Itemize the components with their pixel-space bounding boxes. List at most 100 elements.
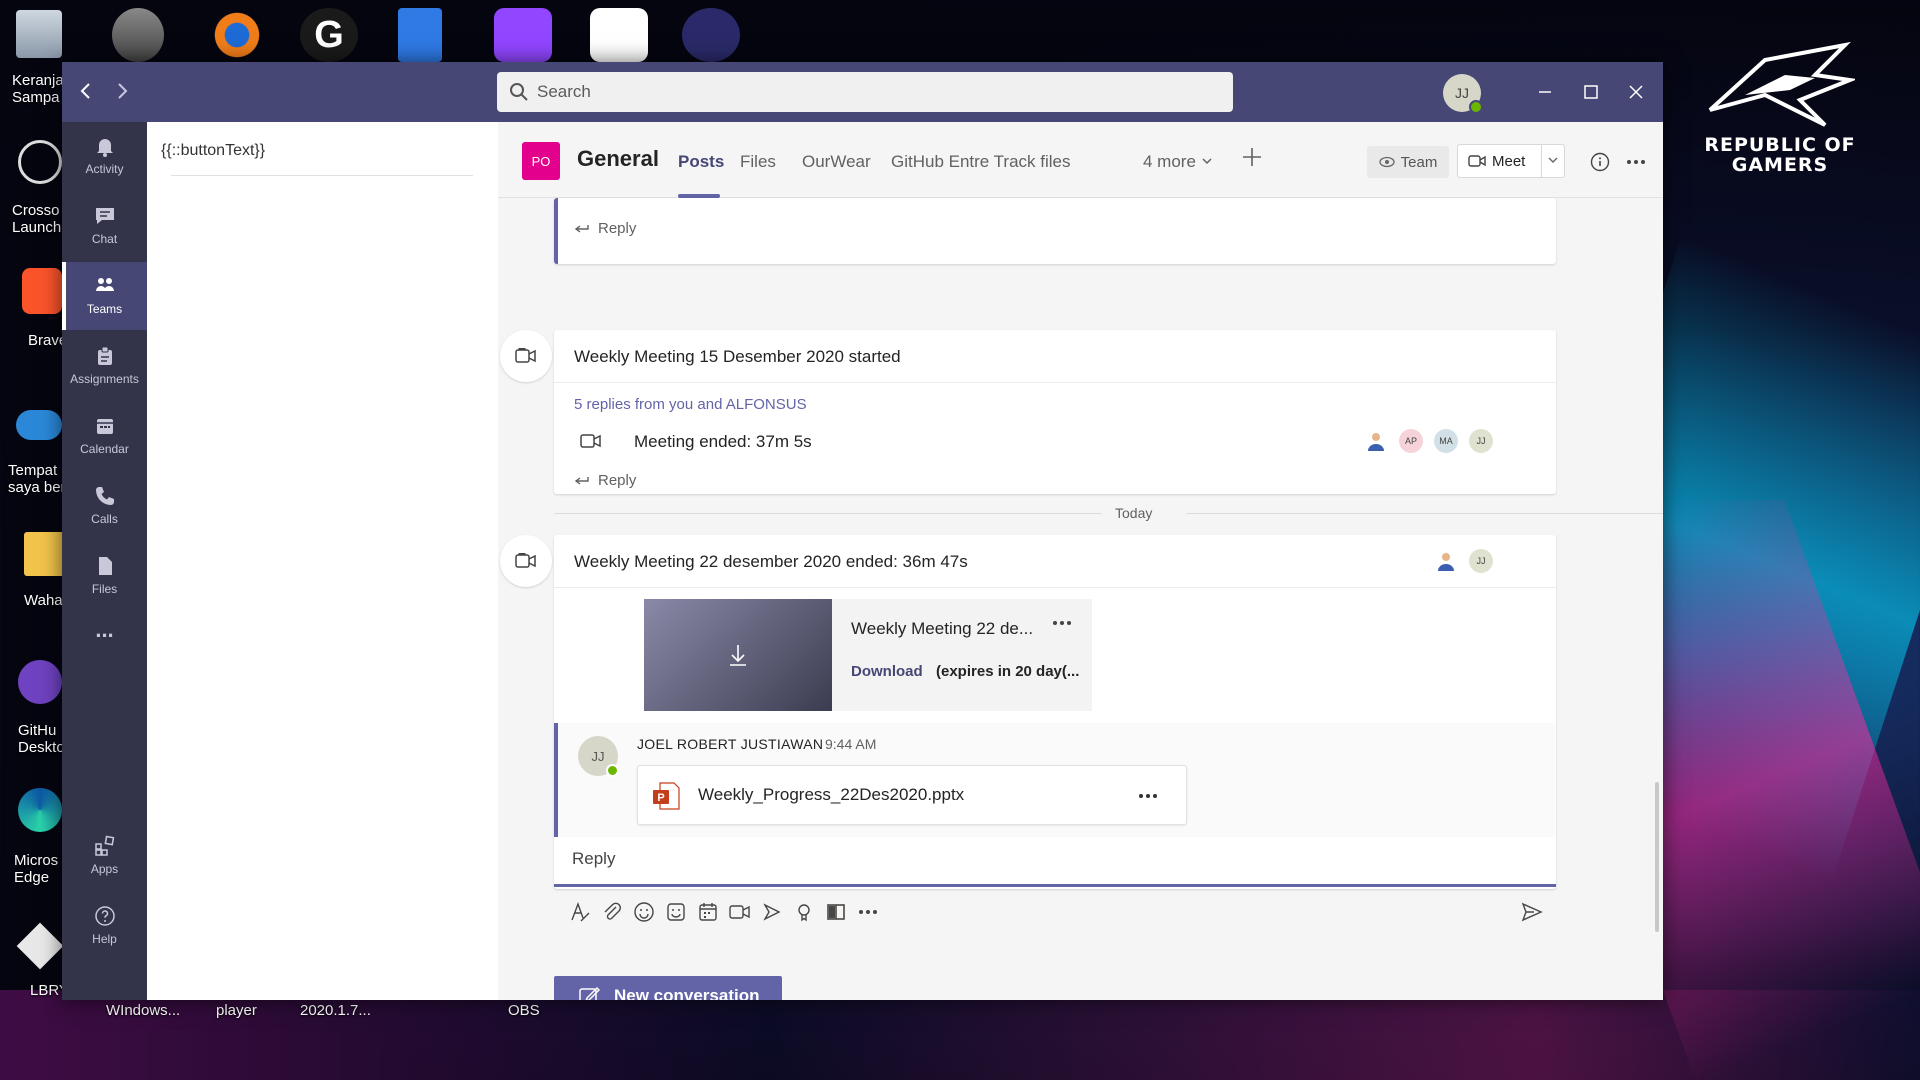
meet-button[interactable]: Meet	[1457, 144, 1565, 178]
new-conversation-label: New conversation	[614, 986, 760, 1000]
meet-dropdown[interactable]	[1542, 154, 1564, 168]
button-text-placeholder[interactable]: {{::buttonText}}	[161, 142, 265, 160]
more-options-button[interactable]	[1622, 148, 1650, 176]
logitech-g-icon[interactable]: G	[300, 8, 358, 62]
recycle-bin-icon[interactable]	[16, 10, 62, 58]
meeting-icon-circle	[500, 535, 552, 587]
expiry-text: (expires in 20 day(...	[936, 663, 1080, 680]
twitch-icon[interactable]	[494, 8, 552, 62]
schedule-meeting-icon[interactable]	[696, 900, 720, 924]
powerpoint-file-icon: P	[653, 782, 680, 810]
reply-compose-box[interactable]	[554, 837, 1556, 887]
search-input[interactable]	[537, 82, 1217, 102]
participant-avatar-photo[interactable]	[1434, 549, 1458, 573]
desktop-label-github: GitHu Deskto	[18, 722, 65, 756]
stream-icon[interactable]	[760, 900, 784, 924]
rail-item-activity[interactable]: Activity	[62, 122, 147, 190]
close-button[interactable]	[1619, 76, 1653, 108]
praise-icon[interactable]	[792, 900, 816, 924]
add-tab-button[interactable]	[1241, 144, 1263, 175]
rail-item-apps[interactable]: Apps	[62, 822, 147, 890]
emoji-icon[interactable]	[632, 900, 656, 924]
meet-button-label: Meet	[1492, 152, 1526, 170]
reply-message: JJ JOEL ROBERT JUSTIAWAN 9:44 AM P Weekl…	[554, 723, 1556, 837]
feed-scrollbar[interactable]	[1655, 782, 1659, 932]
github-desktop-icon[interactable]	[18, 660, 62, 704]
onedrive-icon[interactable]	[16, 410, 62, 440]
participant-avatar[interactable]: JJ	[1469, 429, 1493, 453]
send-icon	[1521, 902, 1543, 922]
rail-label: Help	[92, 932, 117, 946]
crossover-icon[interactable]	[18, 140, 62, 184]
rail-item-assignments[interactable]: Assignments	[62, 332, 147, 400]
previous-reply-button[interactable]: Reply	[574, 220, 636, 237]
forward-arrow-icon[interactable]	[110, 80, 134, 104]
docs-icon[interactable]	[398, 8, 442, 62]
maximize-button[interactable]	[1574, 76, 1608, 108]
unity-icon[interactable]	[590, 8, 648, 62]
divider	[554, 587, 1556, 588]
attachment-more-button[interactable]	[1138, 779, 1158, 805]
download-link[interactable]: Download	[851, 663, 923, 680]
composer-toolbar	[554, 894, 1556, 930]
rail-item-calls[interactable]: Calls	[62, 472, 147, 540]
edge-icon[interactable]	[18, 788, 62, 832]
search-icon	[510, 83, 528, 101]
author-initials: JJ	[591, 748, 605, 764]
send-button[interactable]	[1520, 900, 1544, 924]
participant-avatar[interactable]: AP	[1399, 429, 1423, 453]
attachment-name[interactable]: Weekly_Progress_22Des2020.pptx	[698, 785, 964, 805]
rail-item-chat[interactable]: Chat	[62, 192, 147, 260]
rail-label: Files	[91, 582, 118, 596]
tab-more[interactable]: 4 more	[1143, 152, 1213, 172]
meet-now-icon[interactable]	[728, 900, 752, 924]
wiki-icon[interactable]	[824, 900, 848, 924]
tab-files[interactable]: Files	[740, 152, 776, 172]
video-camera-icon	[515, 348, 536, 363]
author-avatar[interactable]: JJ	[578, 736, 619, 777]
search-box[interactable]	[497, 72, 1233, 112]
participant-avatar[interactable]: MA	[1434, 429, 1458, 453]
teams-window: JJ Activity Chat Teams Assignments Calen…	[62, 62, 1663, 1000]
recording-more-button[interactable]	[1052, 609, 1072, 632]
reply-input[interactable]	[572, 849, 1532, 869]
team-avatar[interactable]: PO	[522, 142, 560, 180]
cdcat-icon[interactable]	[682, 8, 740, 62]
ellipsis-icon	[1139, 794, 1157, 798]
desktop-label-crossover: Crosso Launche	[12, 202, 70, 236]
presence-available-icon	[606, 764, 619, 777]
lbry-icon[interactable]	[16, 922, 64, 970]
meeting-1-reply-button[interactable]: Reply	[574, 472, 636, 489]
recording-card[interactable]: Weekly Meeting 22 de... Download (expire…	[644, 599, 1092, 711]
format-icon[interactable]	[568, 900, 592, 924]
rail-item-calendar[interactable]: Calendar	[62, 402, 147, 470]
participant-avatar[interactable]: JJ	[1469, 549, 1493, 573]
rail-item-teams[interactable]: Teams	[62, 262, 147, 330]
participant-avatar-photo[interactable]	[1364, 429, 1388, 453]
rail-more-button[interactable]: ...	[62, 618, 147, 658]
folder-icon[interactable]	[24, 532, 64, 576]
meet-now-button[interactable]: Meet	[1458, 145, 1543, 177]
team-button[interactable]: Team	[1367, 146, 1449, 178]
tab-posts[interactable]: Posts	[678, 152, 724, 172]
minimize-button[interactable]	[1528, 76, 1562, 108]
tab-ourwear[interactable]: OurWear	[802, 152, 871, 172]
brave-icon[interactable]	[22, 268, 62, 314]
rail-item-help[interactable]: Help	[62, 892, 147, 960]
tab-github-files[interactable]: GitHub Entre Track files	[891, 152, 1071, 172]
attachment-card[interactable]: P Weekly_Progress_22Des2020.pptx	[637, 765, 1187, 825]
recording-thumbnail[interactable]	[644, 599, 832, 711]
composer-more-button[interactable]	[856, 900, 880, 924]
channel-info-button[interactable]	[1586, 148, 1614, 176]
author-name[interactable]: JOEL ROBERT JUSTIAWAN	[637, 736, 823, 752]
rail-item-files[interactable]: Files	[62, 542, 147, 610]
blender-icon[interactable]	[208, 8, 266, 62]
settings-shortcut-icon[interactable]	[112, 8, 164, 62]
profile-avatar[interactable]: JJ	[1443, 74, 1483, 114]
back-arrow-icon[interactable]	[74, 80, 98, 104]
video-camera-icon	[1468, 155, 1486, 167]
replies-expander[interactable]: 5 replies from you and ALFONSUS	[574, 396, 807, 413]
new-conversation-button[interactable]: New conversation	[554, 976, 782, 1000]
giphy-icon[interactable]	[664, 900, 688, 924]
attach-icon[interactable]	[600, 900, 624, 924]
